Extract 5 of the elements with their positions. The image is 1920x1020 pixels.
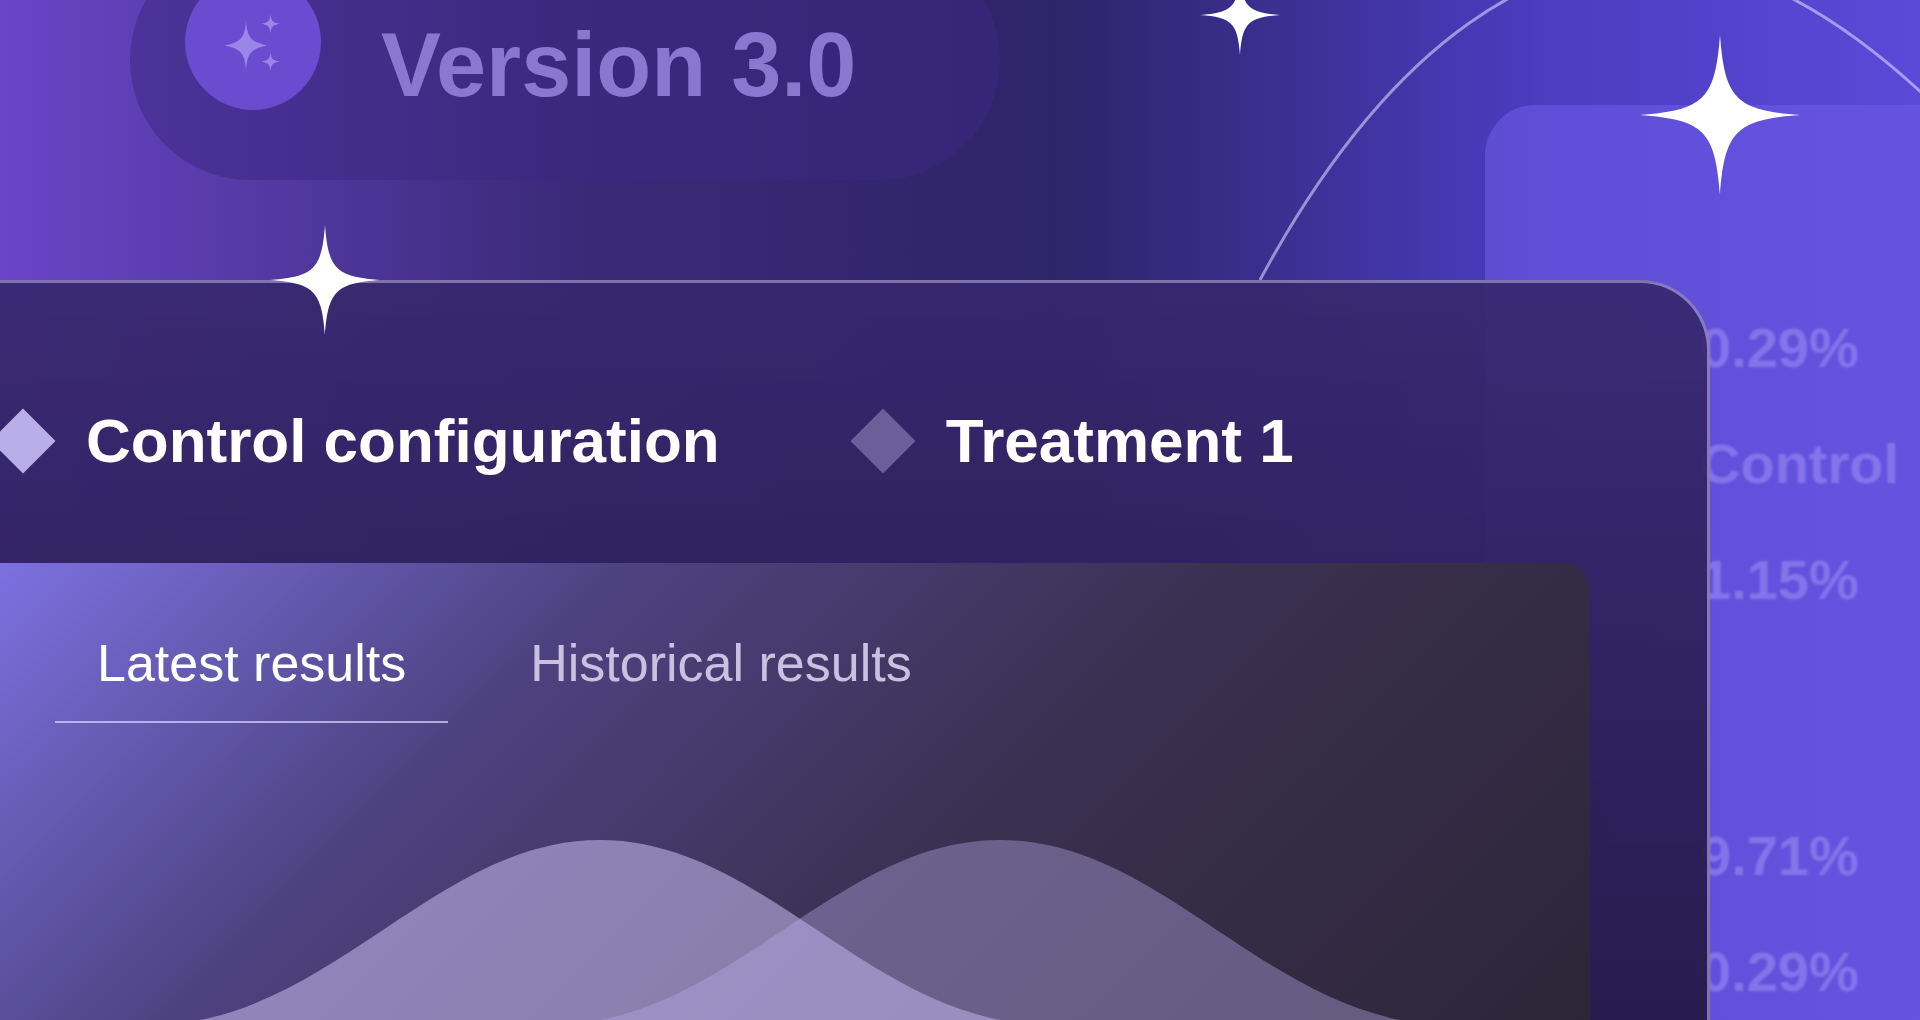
tab[interactable]: Latest results — [55, 625, 449, 723]
variant-label: Treatment 1 — [945, 405, 1294, 476]
variant-label: Control configuration — [86, 405, 720, 476]
version-label: Version 3.0 — [381, 20, 857, 110]
tab[interactable]: Historical results — [488, 625, 954, 723]
